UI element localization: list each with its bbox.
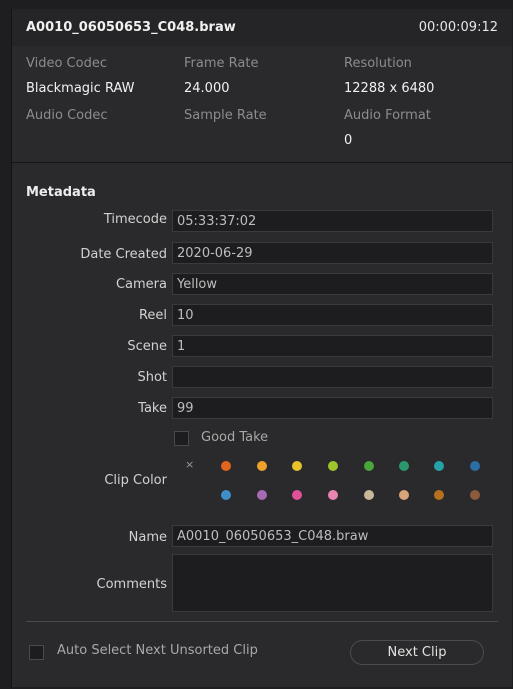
scene-input[interactable] xyxy=(172,335,493,357)
shot-input[interactable] xyxy=(172,366,493,388)
date-created-label: Date Created xyxy=(80,247,167,262)
video-codec-label: Video Codec xyxy=(26,56,107,71)
audio-format-value: 0 xyxy=(344,133,353,148)
camera-label: Camera xyxy=(115,277,167,292)
clip-duration: 00:00:09:12 xyxy=(418,20,498,35)
clip-name: A0010_06050653_C048.braw xyxy=(26,20,236,35)
comments-label: Comments xyxy=(96,577,167,592)
shot-label: Shot xyxy=(137,370,167,385)
take-label: Take xyxy=(138,401,167,416)
video-codec-value: Blackmagic RAW xyxy=(26,81,135,96)
metadata-section-title: Metadata xyxy=(26,185,96,200)
clip-color-swatch[interactable] xyxy=(399,490,409,500)
clip-color-none-swatch[interactable]: × xyxy=(185,458,194,471)
camera-input[interactable] xyxy=(172,273,493,295)
clip-color-swatch[interactable] xyxy=(257,461,267,471)
auto-select-checkbox[interactable] xyxy=(29,645,44,660)
next-clip-button[interactable]: Next Clip xyxy=(350,640,484,665)
section-divider xyxy=(12,162,512,163)
clip-color-swatch[interactable] xyxy=(221,490,231,500)
clip-color-swatch[interactable] xyxy=(470,490,480,500)
reel-input[interactable] xyxy=(172,304,493,326)
clip-color-swatch[interactable] xyxy=(399,461,409,471)
good-take-label: Good Take xyxy=(201,430,269,445)
clip-color-swatch[interactable] xyxy=(257,490,267,500)
auto-select-label: Auto Select Next Unsorted Clip xyxy=(57,643,258,658)
comments-textarea[interactable] xyxy=(172,554,493,612)
clip-color-swatch[interactable] xyxy=(292,461,302,471)
scene-label: Scene xyxy=(127,339,167,354)
clip-color-swatch[interactable] xyxy=(470,461,480,471)
clip-color-swatch[interactable] xyxy=(221,461,231,471)
frame-rate-label: Frame Rate xyxy=(184,56,259,71)
clip-info-panel: A0010_06050653_C048.braw 00:00:09:12 Vid… xyxy=(11,9,512,687)
name-label: Name xyxy=(128,530,167,545)
timecode-label: Timecode xyxy=(103,212,167,227)
frame-rate-value: 24.000 xyxy=(184,81,230,96)
clip-color-swatch[interactable] xyxy=(434,461,444,471)
reel-label: Reel xyxy=(138,308,167,323)
clip-color-swatch[interactable] xyxy=(364,461,374,471)
clip-color-swatch[interactable] xyxy=(328,490,338,500)
timecode-input[interactable] xyxy=(172,210,493,232)
resolution-value: 12288 x 6480 xyxy=(344,81,435,96)
name-input[interactable] xyxy=(172,525,493,547)
audio-codec-label: Audio Codec xyxy=(26,108,108,123)
date-created-input[interactable] xyxy=(172,242,493,264)
footer-divider xyxy=(26,621,498,622)
clip-color-swatch[interactable] xyxy=(364,490,374,500)
clip-color-swatch[interactable] xyxy=(434,490,444,500)
clip-color-label: Clip Color xyxy=(104,473,167,488)
take-input[interactable] xyxy=(172,397,493,419)
clip-header: A0010_06050653_C048.braw 00:00:09:12 xyxy=(12,9,512,46)
sample-rate-label: Sample Rate xyxy=(184,108,267,123)
clip-color-swatch[interactable] xyxy=(328,461,338,471)
clip-color-swatch[interactable] xyxy=(292,490,302,500)
resolution-label: Resolution xyxy=(344,56,412,71)
audio-format-label: Audio Format xyxy=(344,108,431,123)
good-take-checkbox[interactable] xyxy=(174,431,189,446)
